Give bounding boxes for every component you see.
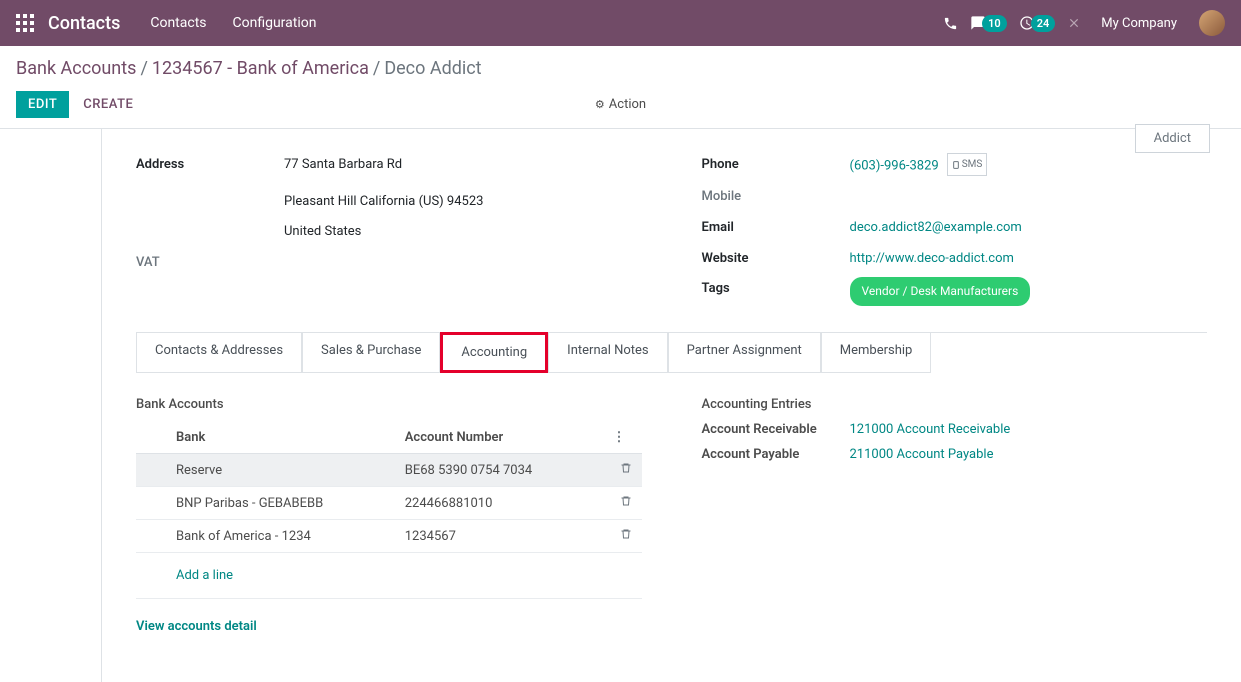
table-row[interactable]: Bank of America - 1234 1234567 [136, 520, 642, 553]
add-line-link[interactable]: Add a line [176, 560, 632, 591]
tab-membership[interactable]: Membership [821, 333, 932, 373]
phone-text: (603)-996-3829 [850, 159, 939, 174]
number-cell: BE68 5390 0754 7034 [395, 454, 597, 487]
table-row[interactable]: BNP Paribas - GEBABEBB 224466881010 [136, 487, 642, 520]
accounting-entries-title: Accounting Entries [702, 397, 1208, 412]
breadcrumb-level2[interactable]: 1234567 - Bank of America [152, 58, 369, 79]
activities-badge: 24 [1031, 15, 1056, 32]
stat-button[interactable]: Addict [1135, 124, 1210, 153]
topbar: Contacts Contacts Configuration 10 24 My… [0, 0, 1241, 46]
add-line-row: Add a line [136, 553, 642, 599]
payable-value[interactable]: 211000 Account Payable [850, 447, 994, 462]
vat-value [284, 251, 642, 276]
tab-partner[interactable]: Partner Assignment [668, 333, 821, 373]
bank-cell: BNP Paribas - GEBABEBB [166, 487, 395, 520]
apps-icon[interactable] [16, 14, 34, 32]
address-label: Address [136, 153, 284, 178]
phone-icon[interactable] [943, 16, 958, 31]
trash-icon[interactable] [620, 497, 632, 512]
website-label: Website [702, 247, 850, 272]
messages-icon[interactable]: 10 [970, 15, 1007, 32]
vat-label: VAT [136, 251, 284, 276]
nav-contacts[interactable]: Contacts [150, 15, 206, 31]
tabs: Contacts & Addresses Sales & Purchase Ac… [136, 332, 1207, 373]
create-button[interactable]: CREATE [83, 97, 133, 112]
number-cell: 224466881010 [395, 487, 597, 520]
app-title[interactable]: Contacts [48, 13, 120, 34]
table-row[interactable]: Reserve BE68 5390 0754 7034 [136, 454, 642, 487]
trash-icon[interactable] [620, 530, 632, 545]
number-cell: 1234567 [395, 520, 597, 553]
payable-label: Account Payable [702, 447, 850, 462]
email-value[interactable]: deco.addict82@example.com [850, 216, 1208, 241]
receivable-label: Account Receivable [702, 422, 850, 437]
tab-sales[interactable]: Sales & Purchase [302, 333, 440, 373]
close-icon[interactable] [1067, 16, 1081, 30]
messages-badge: 10 [982, 15, 1007, 32]
trash-icon[interactable] [620, 464, 632, 479]
tab-notes[interactable]: Internal Notes [548, 333, 667, 373]
tab-contacts[interactable]: Contacts & Addresses [136, 333, 302, 373]
bank-cell: Reserve [166, 454, 395, 487]
phone-label: Phone [702, 153, 850, 179]
bank-accounts-table: Bank Account Number ⋮ Reserve BE68 5390 … [136, 422, 642, 599]
gear-icon: ⚙ [595, 98, 605, 111]
website-value[interactable]: http://www.deco-addict.com [850, 247, 1208, 272]
breadcrumb: Bank Accounts/1234567 - Bank of America/… [16, 58, 1225, 79]
phone-value[interactable]: (603)-996-3829 SMS [850, 153, 1208, 179]
tag-vendor[interactable]: Vendor / Desk Manufacturers [850, 277, 1031, 306]
tab-accounting[interactable]: Accounting [440, 332, 548, 373]
view-accounts-detail[interactable]: View accounts detail [136, 619, 642, 634]
sms-button[interactable]: SMS [947, 153, 988, 176]
left-rail [0, 129, 102, 682]
action-dropdown[interactable]: ⚙ Action [595, 97, 646, 112]
bank-accounts-title: Bank Accounts [136, 397, 642, 412]
activities-icon[interactable]: 24 [1019, 15, 1056, 32]
address-city: Pleasant Hill California (US) 94523 [284, 190, 642, 215]
company-name[interactable]: My Company [1101, 16, 1177, 31]
mobile-value [850, 185, 1208, 210]
col-number: Account Number [395, 422, 597, 454]
mobile-label: Mobile [702, 185, 850, 210]
table-options-icon[interactable]: ⋮ [607, 430, 632, 445]
breadcrumb-current: Deco Addict [384, 58, 481, 79]
receivable-value[interactable]: 121000 Account Receivable [850, 422, 1011, 437]
tags-label: Tags [702, 277, 850, 306]
bank-cell: Bank of America - 1234 [166, 520, 395, 553]
sms-label: SMS [962, 155, 983, 174]
nav-configuration[interactable]: Configuration [233, 15, 317, 31]
user-avatar[interactable] [1199, 10, 1225, 36]
address-street: 77 Santa Barbara Rd [284, 153, 642, 178]
breadcrumb-level1[interactable]: Bank Accounts [16, 58, 136, 79]
email-label: Email [702, 216, 850, 241]
control-panel: Bank Accounts/1234567 - Bank of America/… [0, 46, 1241, 129]
edit-button[interactable]: EDIT [16, 91, 69, 118]
address-country: United States [284, 220, 642, 245]
col-bank: Bank [166, 422, 395, 454]
action-label: Action [609, 97, 646, 112]
